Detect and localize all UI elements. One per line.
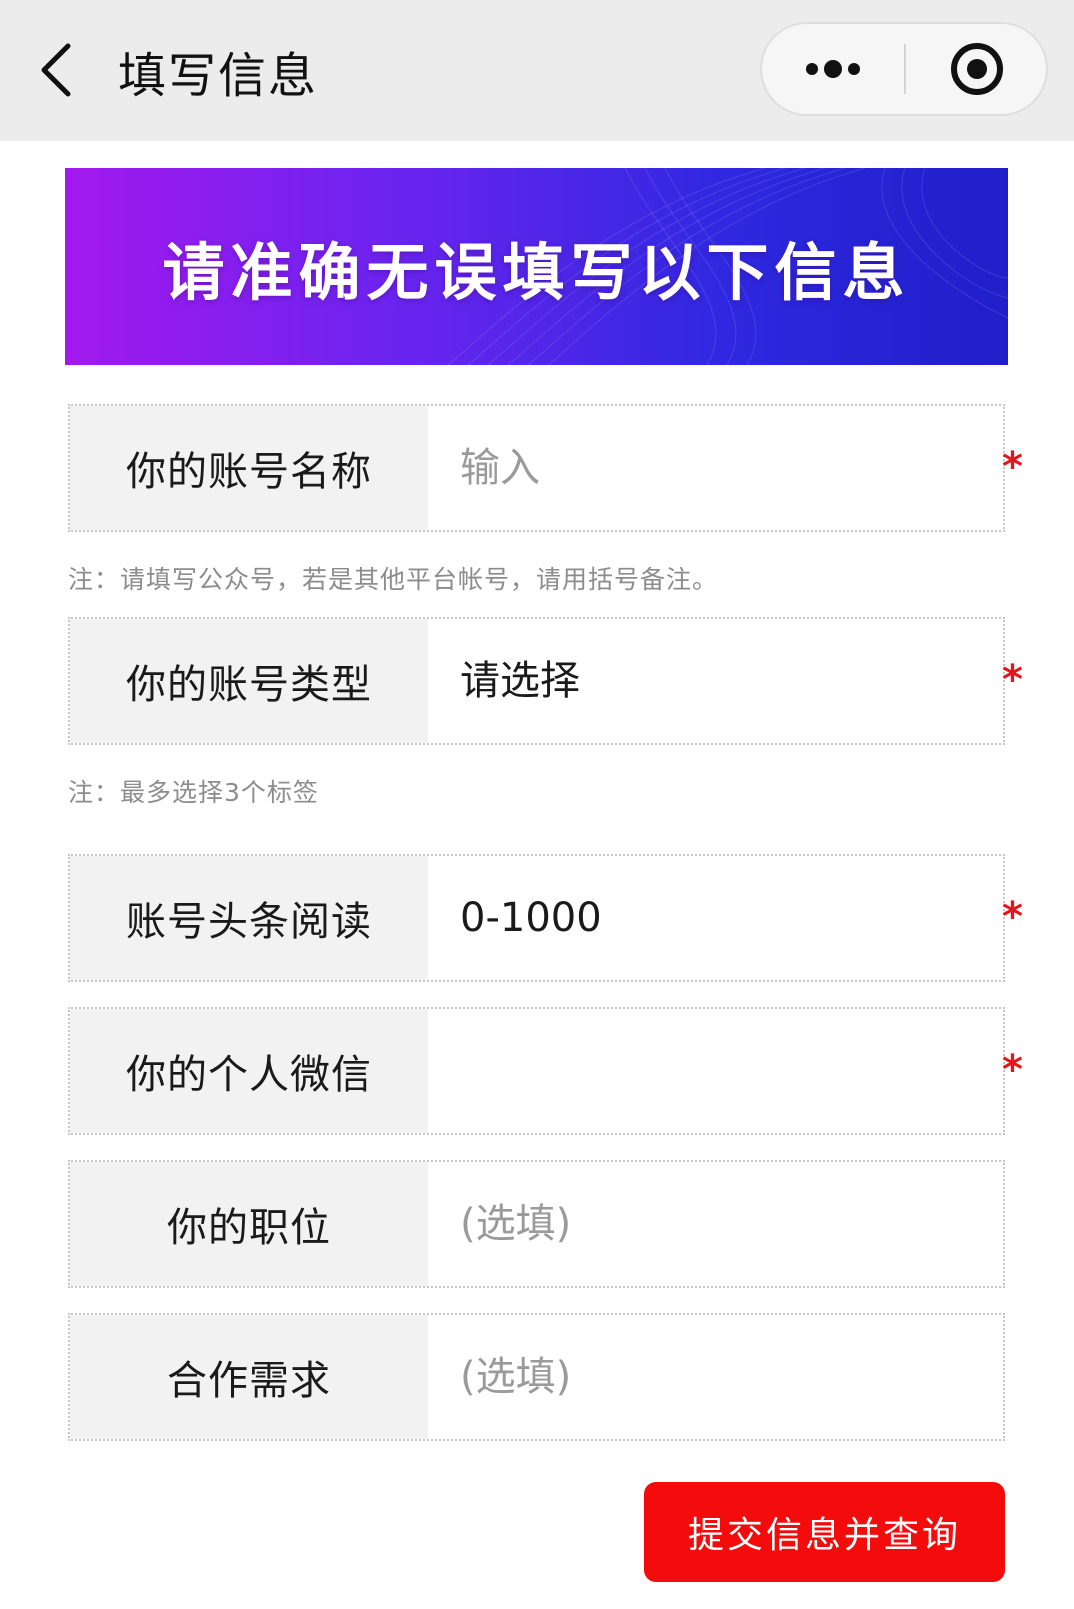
close-miniprogram-button[interactable] <box>906 24 1048 114</box>
target-circle-icon <box>951 43 1003 95</box>
required-star: * <box>1002 657 1023 703</box>
account-name-note: 注：请填写公众号，若是其他平台帐号，请用括号备注。 <box>68 565 719 594</box>
account-name-placeholder: 输入 <box>460 445 540 491</box>
form-row-account-name: 你的账号名称 输入 <box>68 404 1005 532</box>
form-row-personal-wechat: 你的个人微信 <box>68 1007 1005 1135</box>
chevron-left-icon <box>41 43 71 97</box>
position-placeholder: (选填) <box>460 1201 572 1247</box>
more-dots-icon <box>806 60 860 78</box>
form-row-account-type: 你的账号类型 请选择 <box>68 617 1005 745</box>
position-label: 你的职位 <box>70 1162 428 1286</box>
banner-heading: 请准确无误填写以下信息 <box>162 235 911 309</box>
capsule-menu <box>760 22 1048 116</box>
form-row-position: 你的职位 (选填) <box>68 1160 1005 1288</box>
account-type-note: 注：最多选择3个标签 <box>68 778 319 807</box>
banner: 请准确无误填写以下信息 <box>65 168 1008 365</box>
account-name-label: 你的账号名称 <box>70 406 428 530</box>
required-star: * <box>1002 444 1023 490</box>
personal-wechat-label: 你的个人微信 <box>70 1009 428 1133</box>
required-star: * <box>1002 894 1023 940</box>
personal-wechat-input[interactable] <box>428 1009 1003 1133</box>
required-star: * <box>1002 1047 1023 1093</box>
cooperation-needs-placeholder: (选填) <box>460 1354 572 1400</box>
back-button[interactable] <box>34 40 84 100</box>
form-row-headline-reads: 账号头条阅读 0-1000 <box>68 854 1005 982</box>
form-row-cooperation-needs: 合作需求 (选填) <box>68 1313 1005 1441</box>
more-button[interactable] <box>762 24 904 114</box>
page-title: 填写信息 <box>118 48 319 104</box>
account-type-label: 你的账号类型 <box>70 619 428 743</box>
submit-button[interactable]: 提交信息并查询 <box>644 1482 1005 1582</box>
headline-reads-value: 0-1000 <box>460 895 602 941</box>
headline-reads-label: 账号头条阅读 <box>70 856 428 980</box>
nav-bar: 填写信息 <box>0 0 1074 141</box>
account-type-value: 请选择 <box>460 658 580 704</box>
cooperation-needs-label: 合作需求 <box>70 1315 428 1439</box>
